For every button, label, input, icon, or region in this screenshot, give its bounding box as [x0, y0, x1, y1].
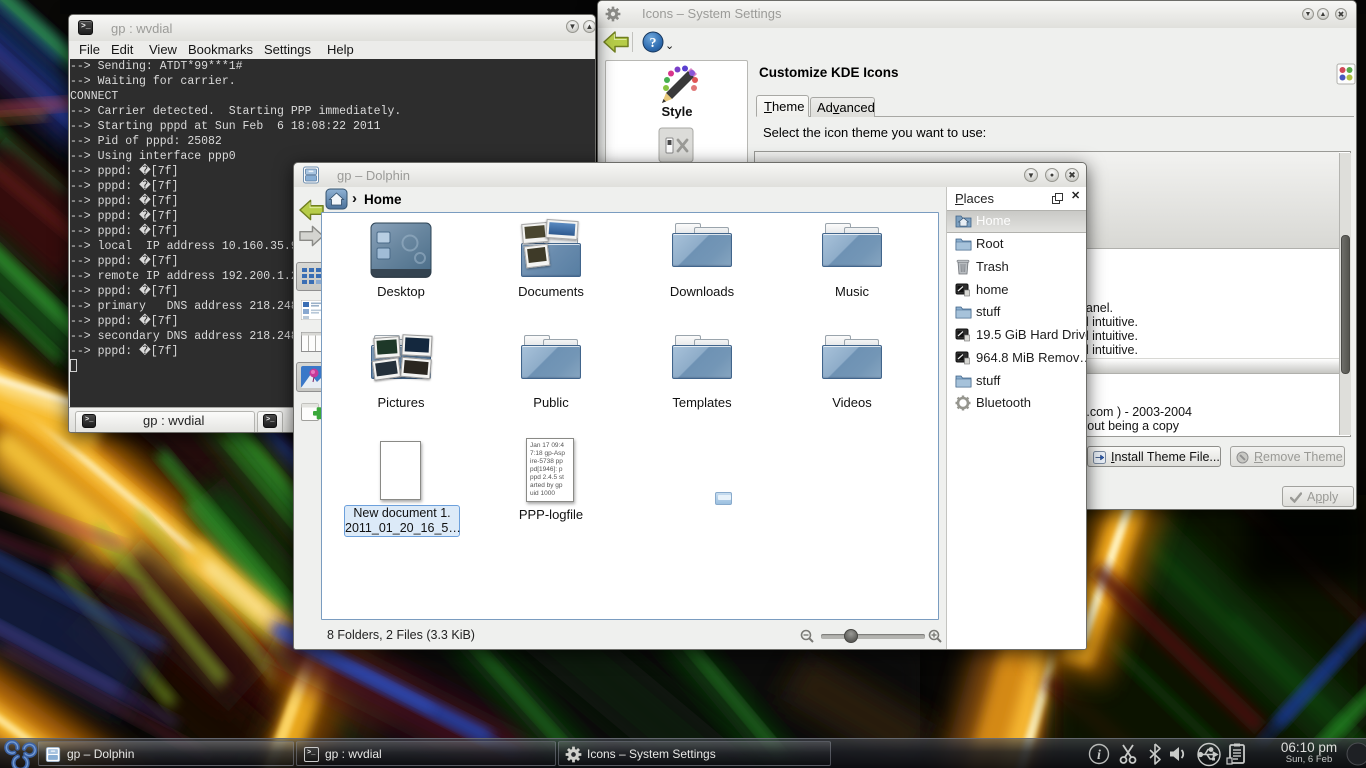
svg-text:i: i — [1097, 748, 1101, 763]
svg-text:?: ? — [650, 36, 657, 51]
